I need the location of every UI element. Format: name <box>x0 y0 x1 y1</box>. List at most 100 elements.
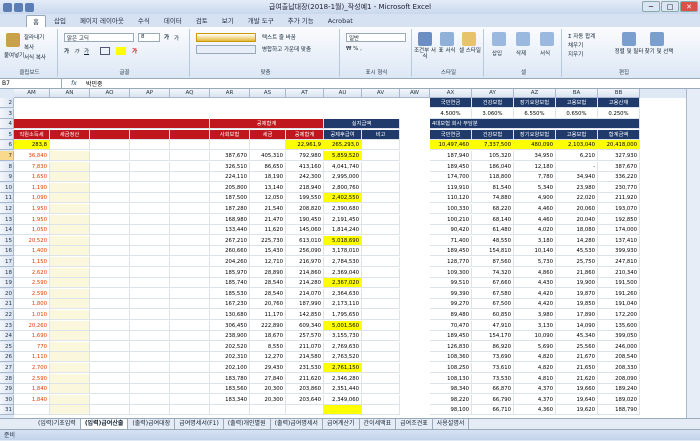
rate-name-cell[interactable]: 장기요양보험 <box>514 98 556 108</box>
tax-cell[interactable]: 20,300 <box>250 394 286 405</box>
empty-cell[interactable] <box>130 310 170 320</box>
tax-settlement-cell[interactable] <box>50 267 90 278</box>
deduction-total-cell[interactable]: 257,570 <box>286 331 324 342</box>
note-cell[interactable] <box>362 299 400 310</box>
italic-button[interactable]: 가 <box>74 47 79 55</box>
net-pay-cell[interactable]: 4,041,740 <box>324 161 362 172</box>
insurance-value-cell[interactable]: 187,940 <box>430 151 472 161</box>
insurance-value-cell[interactable]: 66,870 <box>472 384 514 395</box>
font-size-select[interactable]: 8 <box>138 33 160 42</box>
social-insurance-cell[interactable]: 326,510 <box>210 161 250 172</box>
column-header[interactable]: AS <box>250 89 286 98</box>
income-tax-cell[interactable]: 7,830 <box>14 161 50 172</box>
tax-cell[interactable]: 18,670 <box>250 331 286 342</box>
insurance-value-cell[interactable]: 4,370 <box>514 384 556 395</box>
insurance-value-cell[interactable]: 247,810 <box>598 257 640 267</box>
delete-button[interactable]: 삭제 <box>516 49 526 57</box>
total-cell[interactable]: 265,293,0 <box>324 140 362 151</box>
insurance-value-cell[interactable]: 48,550 <box>472 235 514 246</box>
insurance-value-cell[interactable]: 73,610 <box>472 363 514 373</box>
insurance-value-cell[interactable]: 108,130 <box>430 373 472 384</box>
social-insurance-cell[interactable]: 183,560 <box>210 384 250 395</box>
insurance-value-cell[interactable]: 3,180 <box>514 235 556 246</box>
note-cell[interactable] <box>362 310 400 320</box>
rate-cell[interactable]: 6.550% <box>514 108 556 119</box>
insurance-value-cell[interactable]: 230,770 <box>598 182 640 193</box>
paste-icon[interactable] <box>6 33 20 47</box>
empty-cell[interactable] <box>90 257 130 267</box>
insurance-value-cell[interactable]: 20,040 <box>556 214 598 225</box>
tax-settlement-cell[interactable] <box>50 288 90 299</box>
insurance-value-cell[interactable]: 99,510 <box>430 278 472 289</box>
insurance-column-title[interactable]: 장기요양보험 <box>514 129 556 140</box>
tax-settlement-cell[interactable] <box>50 214 90 225</box>
sheet-tab-2[interactable]: (출력)급여대장 <box>128 419 176 429</box>
column-title-cell[interactable]: 직원소득세 <box>14 129 50 140</box>
tax-cell[interactable]: 28,540 <box>250 288 286 299</box>
empty-cell[interactable] <box>90 214 130 225</box>
insurance-value-cell[interactable]: 193,070 <box>598 204 640 214</box>
column-title-cell[interactable]: 공제후급여 <box>324 129 362 140</box>
insurance-value-cell[interactable]: 211,920 <box>598 193 640 204</box>
column-header[interactable]: AT <box>286 89 324 98</box>
tax-cell[interactable]: 18,190 <box>250 172 286 183</box>
empty-cell[interactable] <box>90 267 130 278</box>
total-cell[interactable]: 22,961,9 <box>286 140 324 151</box>
empty-cell[interactable] <box>170 405 210 416</box>
empty-cell[interactable] <box>170 193 210 204</box>
tax-cell[interactable]: 225,730 <box>250 235 286 246</box>
net-pay-cell[interactable]: 2,390,680 <box>324 204 362 214</box>
deduction-total-cell[interactable]: 211,070 <box>286 341 324 352</box>
empty-cell[interactable] <box>130 384 170 395</box>
note-cell[interactable] <box>362 204 400 214</box>
number-format-select[interactable]: 일반 <box>346 33 406 42</box>
income-tax-cell[interactable]: 1,090 <box>14 193 50 204</box>
social-insurance-cell[interactable] <box>210 405 250 416</box>
insurance-value-cell[interactable]: 25,750 <box>556 257 598 267</box>
row-header[interactable]: 17 <box>0 257 14 267</box>
insurance-value-cell[interactable]: 246,000 <box>598 341 640 352</box>
tab-2[interactable]: 페이지 레이아웃 <box>74 15 130 27</box>
column-title-cell[interactable] <box>130 129 170 140</box>
social-insurance-cell[interactable]: 306,450 <box>210 320 250 331</box>
social-insurance-cell[interactable]: 185,740 <box>210 278 250 289</box>
income-tax-cell[interactable]: 1,010 <box>14 310 50 320</box>
tax-settlement-cell[interactable] <box>50 257 90 267</box>
row-header[interactable]: 12 <box>0 204 14 214</box>
tax-settlement-cell[interactable] <box>50 172 90 183</box>
insurance-value-cell[interactable]: 100,330 <box>430 204 472 214</box>
empty-cell[interactable] <box>90 394 130 405</box>
empty-cell[interactable] <box>170 352 210 363</box>
align-buttons[interactable] <box>196 33 256 42</box>
insurance-value-cell[interactable]: 188,790 <box>598 405 640 416</box>
income-tax-cell[interactable] <box>14 405 50 416</box>
insurance-value-cell[interactable]: 3,130 <box>514 320 556 331</box>
net-pay-cell[interactable]: 1,795,650 <box>324 310 362 320</box>
insurance-value-cell[interactable]: 399,050 <box>598 331 640 342</box>
social-insurance-cell[interactable]: 202,100 <box>210 363 250 373</box>
deduction-total-cell[interactable]: 231,530 <box>286 363 324 373</box>
sheet-tab-7[interactable]: 간이세액표 <box>360 419 397 429</box>
insurance-value-cell[interactable]: 73,530 <box>472 373 514 384</box>
empty-cell[interactable] <box>170 331 210 342</box>
empty-cell[interactable] <box>130 161 170 172</box>
insurance-value-cell[interactable]: 128,770 <box>430 257 472 267</box>
empty-cell[interactable] <box>130 331 170 342</box>
social-insurance-cell[interactable]: 205,800 <box>210 182 250 193</box>
empty-cell[interactable] <box>130 341 170 352</box>
social-insurance-cell[interactable]: 187,500 <box>210 193 250 204</box>
column-header[interactable]: BA <box>556 89 598 98</box>
insurance-value-cell[interactable]: 68,220 <box>472 204 514 214</box>
empty-cell[interactable] <box>130 235 170 246</box>
empty-cell[interactable] <box>130 299 170 310</box>
social-insurance-cell[interactable]: 185,530 <box>210 288 250 299</box>
column-title-cell[interactable]: 공제합계 <box>286 129 324 140</box>
empty-cell[interactable] <box>90 235 130 246</box>
note-cell[interactable] <box>362 246 400 257</box>
net-pay-cell[interactable]: 2,367,020 <box>324 278 362 289</box>
empty-cell[interactable] <box>90 151 130 161</box>
empty-cell[interactable] <box>170 278 210 289</box>
paste-button[interactable]: 붙여넣기 <box>4 51 24 59</box>
empty-cell[interactable] <box>90 288 130 299</box>
row-header[interactable]: 8 <box>0 161 14 172</box>
